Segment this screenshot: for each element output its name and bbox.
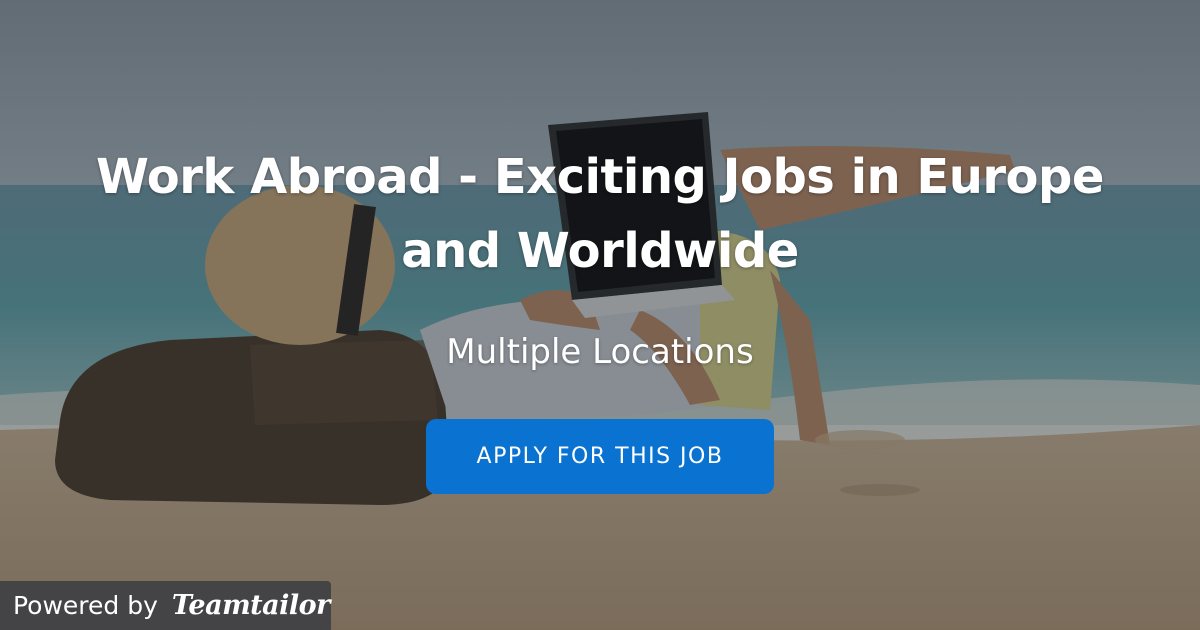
powered-by-badge[interactable]: Powered by Teamtailor xyxy=(0,581,331,630)
job-hero-content: Work Abroad - Exciting Jobs in Europe an… xyxy=(0,0,1200,630)
teamtailor-logo: Teamtailor xyxy=(171,590,330,621)
powered-by-label: Powered by xyxy=(13,591,158,620)
apply-button[interactable]: APPLY FOR THIS JOB xyxy=(426,419,774,494)
job-locations: Multiple Locations xyxy=(446,332,754,372)
job-title: Work Abroad - Exciting Jobs in Europe an… xyxy=(96,149,1104,279)
